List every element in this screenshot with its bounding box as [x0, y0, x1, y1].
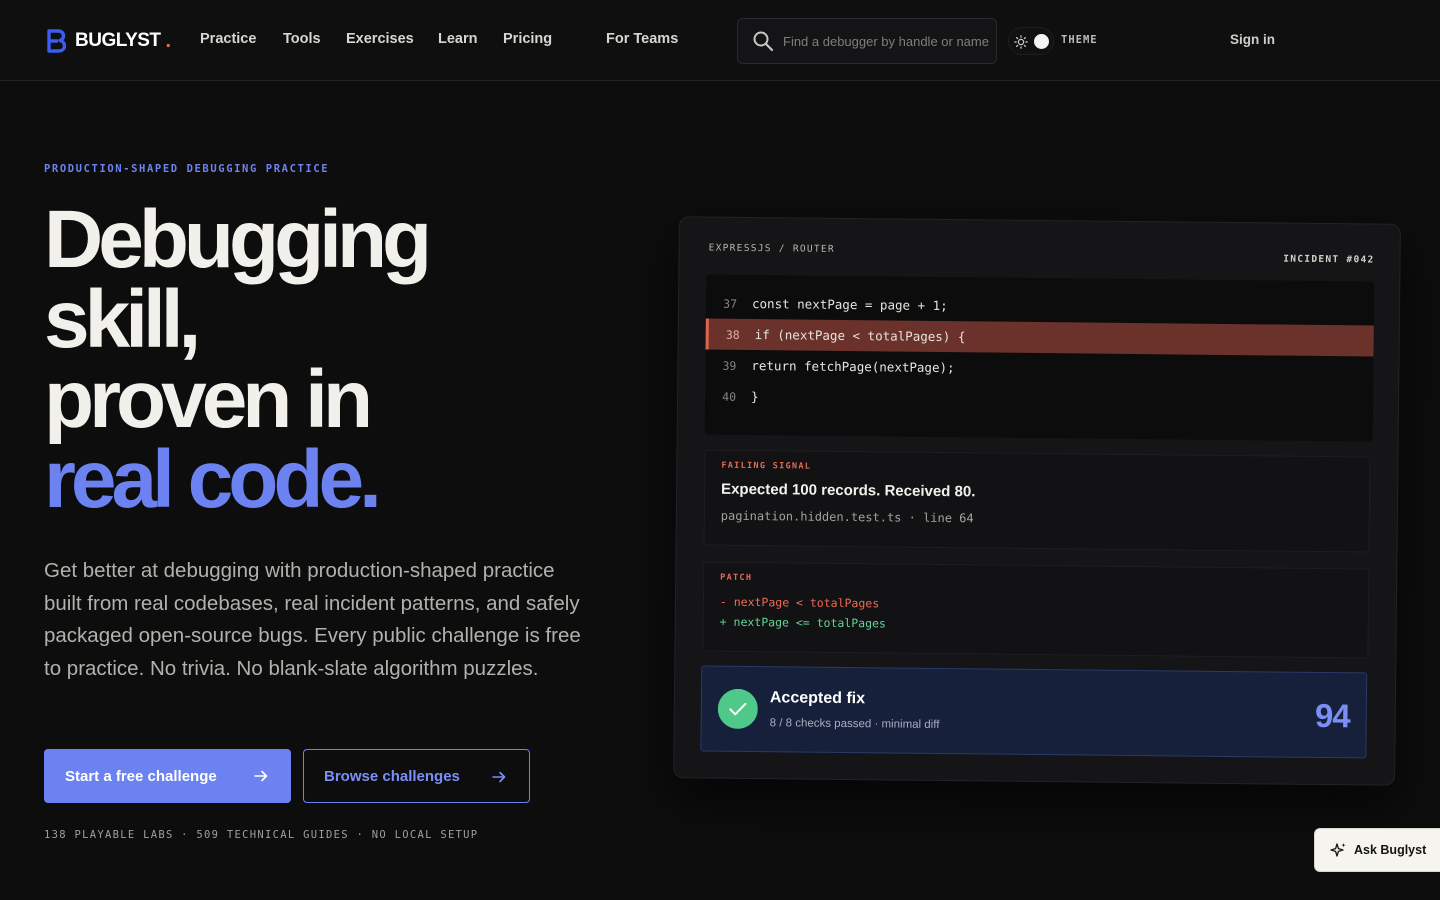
failing-signal-tag: FAILING SIGNAL: [721, 460, 812, 472]
code-line: 40 }: [705, 381, 1373, 419]
arrow-right-icon: [254, 770, 268, 782]
hero-headline: Debugging skill, proven in real code.: [44, 194, 604, 525]
search-input[interactable]: [783, 33, 993, 49]
line-number: 39: [722, 358, 737, 373]
nav-link-for-teams[interactable]: For Teams: [606, 31, 678, 47]
hero-description: Get better at debugging with production-…: [44, 559, 581, 680]
ask-buglyst-label: Ask Buglyst: [1354, 843, 1427, 857]
nav-link-exercises[interactable]: Exercises: [346, 31, 414, 47]
top-nav: BUGLYST . Practice Tools Exercises Learn…: [0, 0, 1440, 81]
check-circle-icon: [717, 688, 758, 729]
code-text: const nextPage = page + 1;: [751, 296, 948, 314]
nav-link-practice[interactable]: Practice: [200, 31, 256, 47]
toggle-knob: [1034, 34, 1049, 49]
patch-removed-line: - nextPage < totalPages: [719, 594, 880, 611]
incident-breadcrumb: EXPRESSJS / ROUTER: [708, 242, 836, 255]
debugger-search[interactable]: [737, 18, 997, 64]
nav-link-learn[interactable]: Learn: [438, 31, 478, 47]
search-icon: [753, 31, 774, 52]
theme-label: THEME: [1061, 34, 1098, 46]
browse-challenges-button[interactable]: Browse challenges: [303, 749, 530, 803]
brand-dot: .: [165, 29, 172, 52]
failing-signal-file: pagination.hidden.test.ts · line 64: [720, 508, 974, 526]
hero-stats: 138 PLAYABLE LABS · 509 TECHNICAL GUIDES…: [44, 829, 479, 841]
start-free-challenge-button[interactable]: Start a free challenge: [44, 749, 291, 803]
code-snippet: 37 const nextPage = page + 1; 38 if (nex…: [704, 274, 1375, 442]
patch-added-line: + nextPage <= totalPages: [719, 614, 886, 631]
browse-challenges-label: Browse challenges: [324, 767, 460, 785]
incident-card: EXPRESSJS / ROUTER INCIDENT #042 37 cons…: [673, 216, 1401, 786]
arrow-right-icon: [492, 771, 506, 783]
sparkle-icon: [1330, 842, 1346, 857]
nav-link-pricing[interactable]: Pricing: [503, 31, 552, 47]
line-number: 37: [723, 296, 738, 311]
nav-link-tools[interactable]: Tools: [283, 31, 321, 47]
accepted-fix-panel: Accepted fix 8 / 8 checks passed · minim…: [700, 665, 1368, 759]
ask-buglyst-button[interactable]: Ask Buglyst: [1314, 828, 1440, 872]
brand-logo[interactable]: BUGLYST .: [46, 28, 171, 54]
accepted-fix-detail: 8 / 8 checks passed · minimal diff: [769, 717, 940, 731]
patch-tag: PATCH: [720, 572, 753, 584]
headline-line-1: Debugging: [44, 194, 432, 285]
failing-signal-panel: FAILING SIGNAL Expected 100 records. Rec…: [703, 449, 1371, 553]
incident-id: INCIDENT #042: [1283, 253, 1375, 266]
accepted-fix-title: Accepted fix: [769, 689, 866, 708]
b-logo-mark-icon: [47, 29, 66, 53]
sun-icon: [1014, 35, 1028, 49]
code-text: }: [751, 389, 759, 405]
start-free-challenge-label: Start a free challenge: [65, 767, 217, 785]
failing-signal-message: Expected 100 records. Received 80.: [721, 480, 976, 501]
line-number: 40: [722, 389, 737, 404]
headline-line-2: skill,: [44, 274, 201, 365]
sign-in-link[interactable]: Sign in: [1230, 32, 1275, 47]
headline-line-3: proven in: [44, 354, 373, 445]
headline-accent: real code.: [44, 434, 382, 525]
patch-panel: PATCH - nextPage < totalPages + nextPage…: [702, 561, 1370, 659]
line-number: 38: [725, 327, 740, 342]
brand-name: BUGLYST: [75, 30, 161, 51]
code-text: return fetchPage(nextPage);: [751, 358, 955, 376]
fix-score: 94: [1314, 696, 1350, 735]
hero-eyebrow: PRODUCTION-SHAPED DEBUGGING PRACTICE: [44, 163, 330, 175]
code-text: if (nextPage < totalPages) {: [754, 327, 966, 345]
theme-toggle[interactable]: [1008, 27, 1054, 55]
